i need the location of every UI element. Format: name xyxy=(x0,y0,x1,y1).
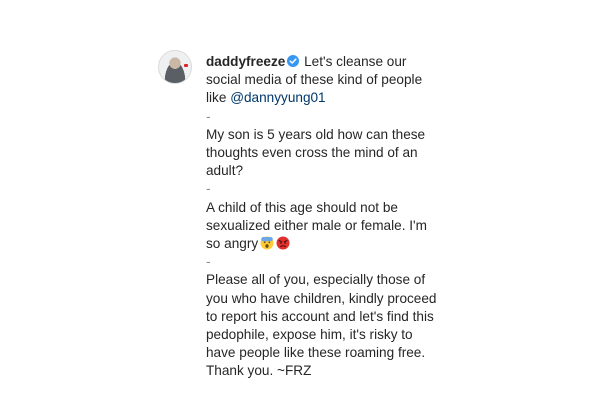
avatar-detail xyxy=(184,64,188,67)
scared-face-icon xyxy=(260,236,274,250)
username-link[interactable]: daddyfreeze xyxy=(206,54,285,69)
separator: - xyxy=(206,181,211,197)
separator: - xyxy=(206,108,211,124)
comment-paragraph: Please all of you, especially those of y… xyxy=(206,272,437,361)
comment-signoff: Thank you. ~FRZ xyxy=(206,363,312,379)
separator: - xyxy=(206,254,211,270)
comment-paragraph: My son is 5 years old how can these thou… xyxy=(206,126,426,179)
comment-paragraph-text: A child of this age should not be sexual… xyxy=(206,199,427,252)
verified-badge-icon xyxy=(287,55,300,67)
angry-face-icon xyxy=(276,236,290,250)
mention-link[interactable]: @dannyyung01 xyxy=(230,90,325,105)
comment: daddyfreeze Let's cleanse our social med… xyxy=(158,50,438,381)
avatar[interactable] xyxy=(158,50,192,84)
comment-body: daddyfreeze Let's cleanse our social med… xyxy=(206,53,438,381)
comment-paragraph-with-emoji: A child of this age should not be sexual… xyxy=(206,199,438,254)
